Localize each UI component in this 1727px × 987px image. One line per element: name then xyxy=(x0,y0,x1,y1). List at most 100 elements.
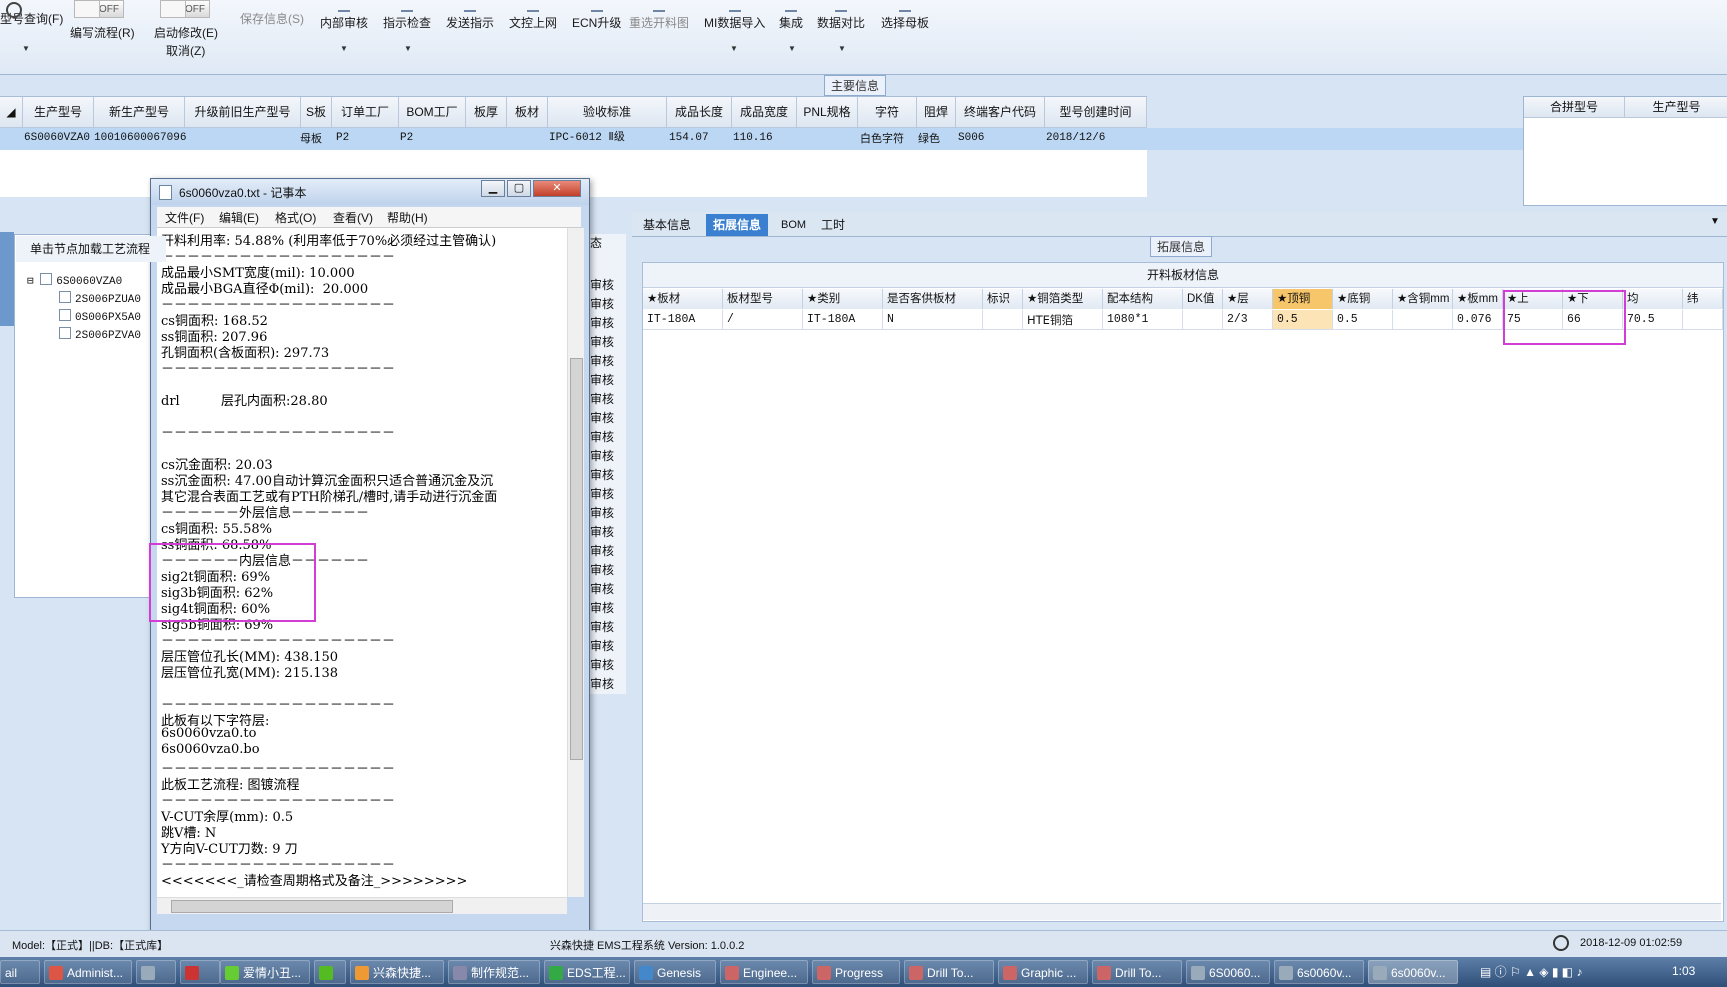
col-header[interactable]: 纬 xyxy=(1683,289,1723,309)
col-header[interactable]: 订单工厂 xyxy=(332,97,399,128)
col-header[interactable]: 成品长度 xyxy=(667,97,732,128)
minimize-button[interactable]: ▁ xyxy=(481,180,505,197)
tab-basic-info[interactable]: 基本信息 xyxy=(636,214,698,236)
task-item[interactable]: 6s0060v... xyxy=(1274,960,1364,984)
status-cell[interactable]: 审核 xyxy=(590,314,614,331)
table-cell[interactable]: 0.076 xyxy=(1453,310,1503,330)
task-item-active[interactable]: 6s0060v... xyxy=(1368,960,1458,984)
status-cell[interactable]: 审核 xyxy=(590,390,614,407)
toggle-write-flow[interactable]: OFF xyxy=(74,0,124,18)
col-header[interactable]: 是否客供板材 xyxy=(883,289,983,309)
status-cell[interactable]: 审核 xyxy=(590,504,614,521)
status-cell[interactable]: 审核 xyxy=(590,333,614,350)
cell-bom-factory[interactable]: P2 xyxy=(400,128,413,149)
cell-model[interactable]: 6S0060VZA0 xyxy=(24,128,90,149)
col-header[interactable]: 字符 xyxy=(858,97,917,128)
checkbox[interactable] xyxy=(40,273,53,285)
col-header[interactable]: ★含铜mm xyxy=(1393,289,1453,309)
col-header[interactable]: 验收标准 xyxy=(548,97,667,128)
cell-acceptance-standard[interactable]: IPC-6012 Ⅱ级 xyxy=(549,128,625,149)
table-cell[interactable]: 1080*1 xyxy=(1103,310,1183,330)
task-item[interactable]: EDS工程... xyxy=(544,960,630,984)
integrate-button[interactable]: 集成 xyxy=(779,2,803,31)
select-motherboard-button[interactable]: 选择母板 xyxy=(881,2,929,31)
table-cell[interactable]: 70.5 xyxy=(1623,310,1683,330)
col-header[interactable]: DK值 xyxy=(1183,289,1223,309)
col-header[interactable]: 生产型号 xyxy=(23,97,94,128)
scroll-thumb[interactable] xyxy=(570,358,583,760)
task-item[interactable]: Administ... xyxy=(44,960,132,984)
col-header[interactable]: 均 xyxy=(1623,289,1683,309)
status-cell[interactable]: 审核 xyxy=(590,409,614,426)
chevron-down-icon[interactable]: ▼ xyxy=(730,44,738,53)
save-info-button[interactable]: 保存信息(S) xyxy=(240,10,304,27)
table-cell[interactable]: 0.5 xyxy=(1333,310,1393,330)
col-header[interactable]: 板材 xyxy=(507,97,548,128)
status-cell[interactable]: 审核 xyxy=(590,447,614,464)
notepad-titlebar[interactable]: 6s0060vza0.txt - 记事本 ▁ ▢ ✕ xyxy=(151,179,589,205)
col-header[interactable]: 板厚 xyxy=(466,97,507,128)
status-cell[interactable]: 审核 xyxy=(590,675,614,692)
close-button[interactable]: ✕ xyxy=(533,180,581,197)
col-header[interactable]: 标识 xyxy=(983,289,1023,309)
task-item[interactable]: 兴森快捷... xyxy=(350,960,444,984)
cell-customer-code[interactable]: S006 xyxy=(958,128,984,149)
status-cell[interactable]: 审核 xyxy=(590,466,614,483)
task-item[interactable]: Graphic ... xyxy=(998,960,1088,984)
task-item[interactable]: Drill To... xyxy=(1092,960,1182,984)
col-header[interactable]: 型号创建时间 xyxy=(1045,97,1147,128)
task-item[interactable]: 6S0060... xyxy=(1186,960,1270,984)
tab-extended-info[interactable]: 拓展信息 xyxy=(706,214,769,236)
vertical-scrollbar[interactable] xyxy=(567,228,584,897)
toggle-start-edit[interactable]: OFF xyxy=(160,0,210,18)
col-header[interactable]: 终端客户代码 xyxy=(956,97,1045,128)
col-header[interactable]: 升级前旧生产型号 xyxy=(185,97,301,128)
chevron-down-icon[interactable]: ▼ xyxy=(404,44,412,53)
tab-work-hours[interactable]: 工时 xyxy=(814,214,852,236)
status-cell[interactable]: 审核 xyxy=(590,485,614,502)
status-cell[interactable]: 审核 xyxy=(590,561,614,578)
chevron-down-icon[interactable]: ▼ xyxy=(1710,216,1720,227)
checkbox[interactable] xyxy=(59,327,71,339)
cell-character[interactable]: 白色字符 xyxy=(860,128,904,149)
mi-import-button[interactable]: MI数据导入 xyxy=(704,2,765,31)
ecn-upgrade-button[interactable]: ECN升级 xyxy=(572,2,621,31)
col-header[interactable]: 配本结构 xyxy=(1103,289,1183,309)
table-cell[interactable] xyxy=(983,310,1023,330)
data-compare-button[interactable]: 数据对比 xyxy=(817,2,865,31)
horizontal-scrollbar[interactable] xyxy=(643,903,1721,920)
chevron-down-icon[interactable]: ▼ xyxy=(340,44,348,53)
col-header[interactable]: 成品宽度 xyxy=(732,97,797,128)
menu-help[interactable]: 帮助(H) xyxy=(387,209,428,226)
cell-new-model[interactable]: 10010600067096 xyxy=(94,128,186,149)
status-cell[interactable]: 审核 xyxy=(590,580,614,597)
table-cell[interactable] xyxy=(1183,310,1223,330)
col-header[interactable]: BOM工厂 xyxy=(399,97,466,128)
cell-create-time[interactable]: 2018/12/6 xyxy=(1046,128,1105,149)
col-header[interactable]: 板材型号 xyxy=(723,289,803,309)
menu-view[interactable]: 查看(V) xyxy=(333,209,373,226)
maximize-button[interactable]: ▢ xyxy=(507,180,531,197)
task-item[interactable]: Progress xyxy=(812,960,900,984)
task-item[interactable]: 爱情小丑... xyxy=(220,960,310,984)
table-cell[interactable] xyxy=(1393,310,1453,330)
menu-edit[interactable]: 编辑(E) xyxy=(219,209,259,226)
cancel-button[interactable]: 取消(Z) xyxy=(166,42,205,59)
col-header[interactable]: ★板mm xyxy=(1453,289,1503,309)
taskbar-clock[interactable]: 1:03 xyxy=(1672,964,1695,978)
status-cell[interactable]: 审核 xyxy=(590,618,614,635)
start-edit-button[interactable]: 启动修改(E) xyxy=(154,24,218,41)
task-item[interactable]: ail xyxy=(0,960,40,984)
chevron-down-icon[interactable]: ▼ xyxy=(838,44,846,53)
task-item[interactable]: Drill To... xyxy=(904,960,994,984)
instruction-check-button[interactable]: 指示检查 xyxy=(383,2,431,31)
table-cell[interactable] xyxy=(1683,310,1723,330)
model-query-button[interactable]: 型号查询(F) xyxy=(0,2,63,27)
status-cell[interactable]: 审核 xyxy=(590,352,614,369)
table-cell[interactable]: / xyxy=(723,310,803,330)
status-cell[interactable]: 审核 xyxy=(590,523,614,540)
col-header[interactable]: ★铜箔类型 xyxy=(1023,289,1103,309)
col-header[interactable]: 阻焊 xyxy=(917,97,956,128)
chevron-down-icon[interactable]: ▼ xyxy=(22,44,30,53)
table-cell[interactable]: IT-180A xyxy=(803,310,883,330)
